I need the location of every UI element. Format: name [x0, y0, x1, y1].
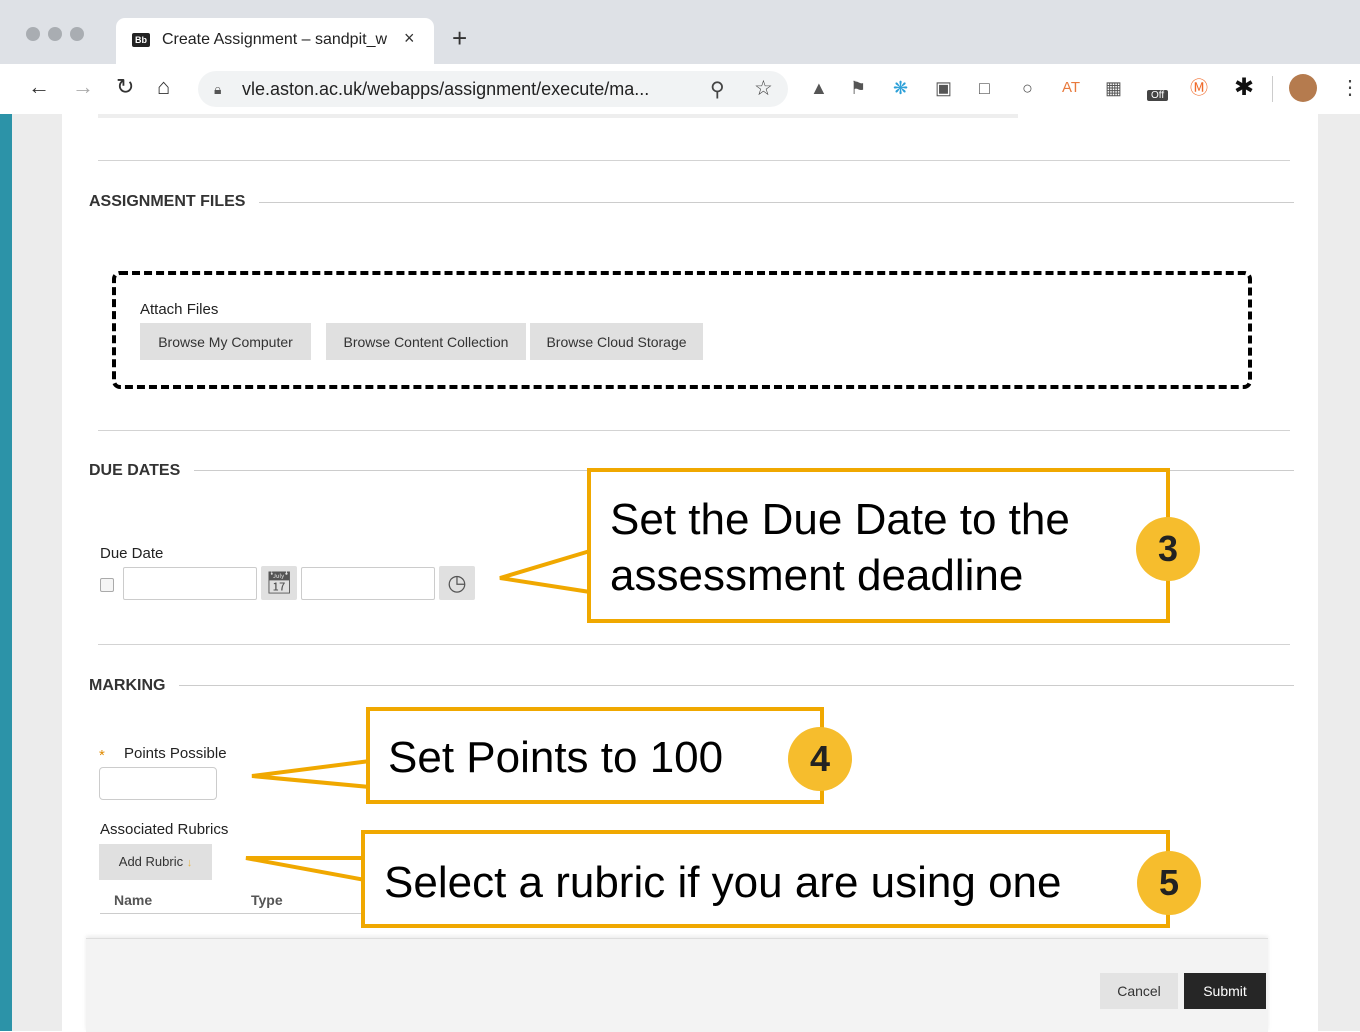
assignment-files-heading: ASSIGNMENT FILES: [89, 193, 260, 211]
associated-rubrics-label: Associated Rubrics: [100, 821, 229, 838]
tab-title: Create Assignment – sandpit_w: [162, 31, 388, 48]
chevron-down-icon: ↓: [186, 857, 193, 869]
add-rubric-label: Add Rubric: [118, 854, 184, 869]
url-text: vle.aston.ac.uk/webapps/assignment/execu…: [242, 79, 650, 99]
previous-field-edge: [98, 114, 1018, 118]
left-gutter: [12, 114, 62, 1031]
browser-tab[interactable]: Bb Create Assignment – sandpit_w ×: [116, 18, 434, 64]
new-tab-button[interactable]: +: [452, 25, 467, 51]
cancel-button[interactable]: Cancel: [1100, 973, 1178, 1009]
extension-document-icon[interactable]: □: [979, 78, 990, 98]
callout-5-text: Select a rubric if you are using one: [384, 858, 1062, 907]
back-icon[interactable]: ←: [28, 75, 50, 99]
callout-3-badge: 3: [1136, 517, 1200, 581]
due-date-label: Due Date: [100, 545, 164, 562]
extension-b-icon[interactable]: Ⓜ: [1190, 78, 1208, 98]
star-icon[interactable]: ☆: [754, 76, 773, 101]
address-bar[interactable]: 🔒︎ vle.aston.ac.uk/webapps/assignment/ex…: [198, 71, 788, 107]
due-dates-heading: DUE DATES: [89, 462, 195, 480]
required-indicator: *: [99, 747, 105, 764]
due-date-checkbox[interactable]: [100, 578, 114, 592]
rubric-name-column: Name: [114, 892, 153, 908]
section-divider: [98, 430, 1290, 431]
calendar-icon[interactable]: 📅︎: [261, 566, 297, 600]
browse-my-computer-button[interactable]: Browse My Computer: [140, 323, 311, 360]
profile-avatar[interactable]: [1289, 74, 1317, 102]
close-window-button[interactable]: [26, 27, 40, 41]
extension-at-icon[interactable]: AT: [1062, 78, 1080, 98]
section-rule: [178, 685, 1294, 686]
extension-off-badge[interactable]: Off: [1147, 90, 1169, 101]
toolbar-divider: [1272, 76, 1273, 102]
blackboard-favicon-icon: Bb: [132, 33, 150, 47]
marking-heading: MARKING: [89, 677, 180, 695]
extension-grid-icon[interactable]: ▦: [1105, 78, 1122, 98]
callout-5-badge: 5: [1137, 851, 1201, 915]
extension-circle-icon[interactable]: ○: [1022, 78, 1033, 98]
home-icon[interactable]: ⌂: [157, 75, 170, 99]
extension-flag-icon[interactable]: ⚑: [850, 78, 866, 98]
callout-4-badge: 4: [788, 727, 852, 791]
forward-icon[interactable]: →: [72, 75, 94, 99]
extension-asterisk-icon[interactable]: ✱: [1234, 76, 1254, 100]
browse-cloud-storage-button[interactable]: Browse Cloud Storage: [530, 323, 703, 360]
extension-lightbulb-icon[interactable]: ▣: [935, 78, 952, 98]
reload-icon[interactable]: ↻: [116, 75, 134, 99]
tab-close-icon[interactable]: ×: [404, 28, 415, 49]
lock-icon: 🔒︎: [214, 81, 222, 97]
rubric-type-column: Type: [251, 892, 283, 908]
section-divider: [98, 644, 1290, 645]
maximize-window-button[interactable]: [70, 27, 84, 41]
submit-footer: [86, 938, 1268, 1032]
browser-menu-icon[interactable]: ⋮: [1340, 75, 1360, 100]
rubric-table-rule: [100, 913, 380, 914]
points-possible-label: Points Possible: [124, 745, 227, 762]
section-divider: [98, 160, 1290, 161]
minimize-window-button[interactable]: [48, 27, 62, 41]
clock-icon[interactable]: ◷: [439, 566, 475, 600]
submit-button[interactable]: Submit: [1184, 973, 1266, 1009]
due-date-input[interactable]: [123, 567, 257, 600]
callout-3-line2: assessment deadline: [610, 551, 1024, 600]
section-rule: [250, 202, 1294, 203]
points-possible-input[interactable]: [99, 767, 217, 800]
callout-4-text: Set Points to 100: [388, 733, 724, 782]
browse-content-collection-button[interactable]: Browse Content Collection: [326, 323, 526, 360]
zoom-icon[interactable]: ⚲: [710, 77, 725, 102]
extension-globe-icon[interactable]: ❋: [893, 78, 908, 98]
browser-tab-bar: Bb Create Assignment – sandpit_w × +: [0, 0, 1360, 64]
extension-building-icon[interactable]: ▲: [810, 78, 828, 98]
add-rubric-button[interactable]: Add Rubric ↓: [99, 844, 212, 880]
due-time-input[interactable]: [301, 567, 435, 600]
right-gutter: [1318, 114, 1360, 1031]
callout-3-line1: Set the Due Date to the: [610, 495, 1070, 544]
left-accent-stripe: [0, 114, 12, 1031]
attach-files-label: Attach Files: [140, 301, 219, 318]
